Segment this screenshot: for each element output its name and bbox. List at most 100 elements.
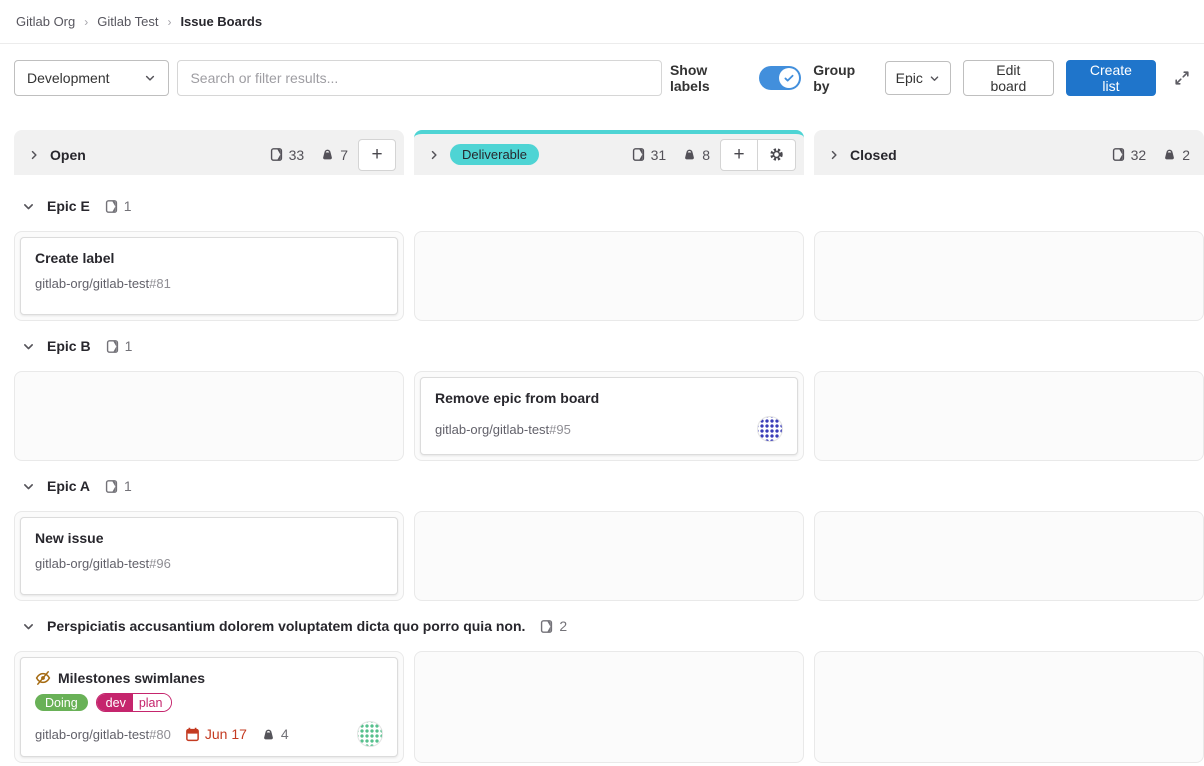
board-cell: Milestones swimlanes Doing dev plan gitl… <box>14 651 404 763</box>
weight-icon <box>261 727 276 742</box>
list-label-pill: Deliverable <box>450 144 539 165</box>
search-input[interactable] <box>177 60 661 96</box>
label-dev-plan-scoped[interactable]: dev plan <box>96 693 173 712</box>
board-cell-empty <box>14 371 404 461</box>
board-cell-empty <box>814 511 1204 601</box>
chevron-down-icon <box>22 620 35 633</box>
list-title: Closed <box>850 147 897 163</box>
expand-icon <box>1174 70 1190 86</box>
board-cell: New issue gitlab-org/gitlab-test #96 <box>14 511 404 601</box>
column-header-closed: Closed 32 2 <box>814 130 1204 175</box>
issues-count-icon <box>539 619 554 634</box>
epic-title: Epic B <box>47 338 91 354</box>
issue-card-milestones-swimlanes[interactable]: Milestones swimlanes Doing dev plan gitl… <box>20 657 398 757</box>
collapse-list-button[interactable] <box>824 145 844 165</box>
show-labels-toggle[interactable] <box>759 66 801 90</box>
column-headers-row: Open 33 7 + Deliverable 31 8 <box>0 130 1204 175</box>
breadcrumb-separator-icon: › <box>167 15 171 29</box>
board-toolbar: Development Show labels Group by Epic Ed… <box>0 44 1204 114</box>
issue-reference-path: gitlab-org/gitlab-test <box>435 422 549 437</box>
board-switcher-dropdown[interactable]: Development <box>14 60 169 96</box>
epic-issue-count: 1 <box>105 338 133 354</box>
breadcrumb-current-page: Issue Boards <box>180 14 262 29</box>
check-icon <box>783 72 795 84</box>
issue-card-new-issue[interactable]: New issue gitlab-org/gitlab-test #96 <box>20 517 398 595</box>
collapse-lane-button[interactable] <box>18 336 39 357</box>
issues-count-icon <box>104 479 119 494</box>
issues-count-icon <box>104 199 119 214</box>
issues-count-icon <box>631 147 646 162</box>
issues-count: 33 <box>289 147 305 163</box>
issue-reference-id: #80 <box>149 727 171 742</box>
board-cell-empty <box>814 231 1204 321</box>
add-issue-button[interactable]: + <box>720 139 758 171</box>
collapse-lane-button[interactable] <box>18 476 39 497</box>
breadcrumb-group-link[interactable]: Gitlab Org <box>16 14 75 29</box>
issue-reference-path: gitlab-org/gitlab-test <box>35 727 149 742</box>
collapse-list-button[interactable] <box>424 145 444 165</box>
board-cell-empty <box>814 371 1204 461</box>
board-cell-empty <box>414 231 804 321</box>
breadcrumb: Gitlab Org › Gitlab Test › Issue Boards <box>0 0 1204 44</box>
chevron-down-icon <box>144 72 156 84</box>
group-by-label: Group by <box>813 62 872 94</box>
breadcrumb-separator-icon: › <box>84 15 88 29</box>
collapse-lane-button[interactable] <box>18 196 39 217</box>
epic-issue-count: 1 <box>104 198 132 214</box>
assignee-avatar[interactable] <box>757 416 783 442</box>
chevron-down-icon <box>929 73 940 84</box>
scoped-label-key: dev <box>97 694 133 711</box>
epic-title: Epic E <box>47 198 90 214</box>
weight-icon <box>1162 147 1177 162</box>
swimlane-epic-a: Epic A 1 New issue gitlab-org/gitlab-tes… <box>0 475 1204 601</box>
chevron-right-icon <box>428 149 440 161</box>
board-cell: Remove epic from board gitlab-org/gitlab… <box>414 371 804 461</box>
due-date: Jun 17 <box>185 726 247 742</box>
epic-title: Epic A <box>47 478 90 494</box>
chevron-down-icon <box>22 480 35 493</box>
label-doing[interactable]: Doing <box>35 694 88 711</box>
chevron-down-icon <box>22 200 35 213</box>
issue-reference-path: gitlab-org/gitlab-test <box>35 556 149 571</box>
epic-title: Perspiciatis accusantium dolorem volupta… <box>47 618 525 634</box>
epic-issue-count: 2 <box>539 618 567 634</box>
issue-reference-path: gitlab-org/gitlab-test <box>35 276 149 291</box>
issues-count: 32 <box>1131 147 1147 163</box>
issue-weight: 4 <box>261 726 289 742</box>
issue-title: New issue <box>35 530 383 546</box>
edit-board-button[interactable]: Edit board <box>963 60 1054 96</box>
board-cell: Create label gitlab-org/gitlab-test #81 <box>14 231 404 321</box>
assignee-avatar[interactable] <box>357 721 383 747</box>
list-counts: 32 2 <box>1111 147 1196 163</box>
issue-reference-id: #95 <box>549 422 571 437</box>
issues-count-icon <box>1111 147 1126 162</box>
board-switcher-value: Development <box>27 70 110 86</box>
add-issue-button[interactable]: + <box>358 139 396 171</box>
chevron-down-icon <box>22 340 35 353</box>
board-cell-empty <box>414 511 804 601</box>
collapse-lane-button[interactable] <box>18 616 39 637</box>
group-by-value: Epic <box>896 70 923 86</box>
group-by-dropdown[interactable]: Epic <box>885 61 951 95</box>
weight-icon <box>320 147 335 162</box>
issue-card-remove-epic[interactable]: Remove epic from board gitlab-org/gitlab… <box>420 377 798 455</box>
toggle-knob <box>779 68 799 88</box>
issues-count: 31 <box>651 147 667 163</box>
epic-issue-count: 1 <box>104 478 132 494</box>
issue-reference-id: #96 <box>149 556 171 571</box>
swimlane-perspiciatis: Perspiciatis accusantium dolorem volupta… <box>0 615 1204 763</box>
list-title: Open <box>50 147 86 163</box>
scoped-label-value: plan <box>133 694 172 711</box>
column-header-deliverable: Deliverable 31 8 + <box>414 130 804 175</box>
issue-card-create-label[interactable]: Create label gitlab-org/gitlab-test #81 <box>20 237 398 315</box>
issues-count-icon <box>269 147 284 162</box>
list-settings-button[interactable] <box>758 139 796 171</box>
toggle-focus-mode-button[interactable] <box>1174 70 1190 86</box>
issue-title: Milestones swimlanes <box>58 670 205 686</box>
collapse-list-button[interactable] <box>24 145 44 165</box>
create-list-button[interactable]: Create list <box>1066 60 1156 96</box>
chevron-right-icon <box>28 149 40 161</box>
weight-icon <box>682 147 697 162</box>
breadcrumb-project-link[interactable]: Gitlab Test <box>97 14 158 29</box>
chevron-right-icon <box>828 149 840 161</box>
